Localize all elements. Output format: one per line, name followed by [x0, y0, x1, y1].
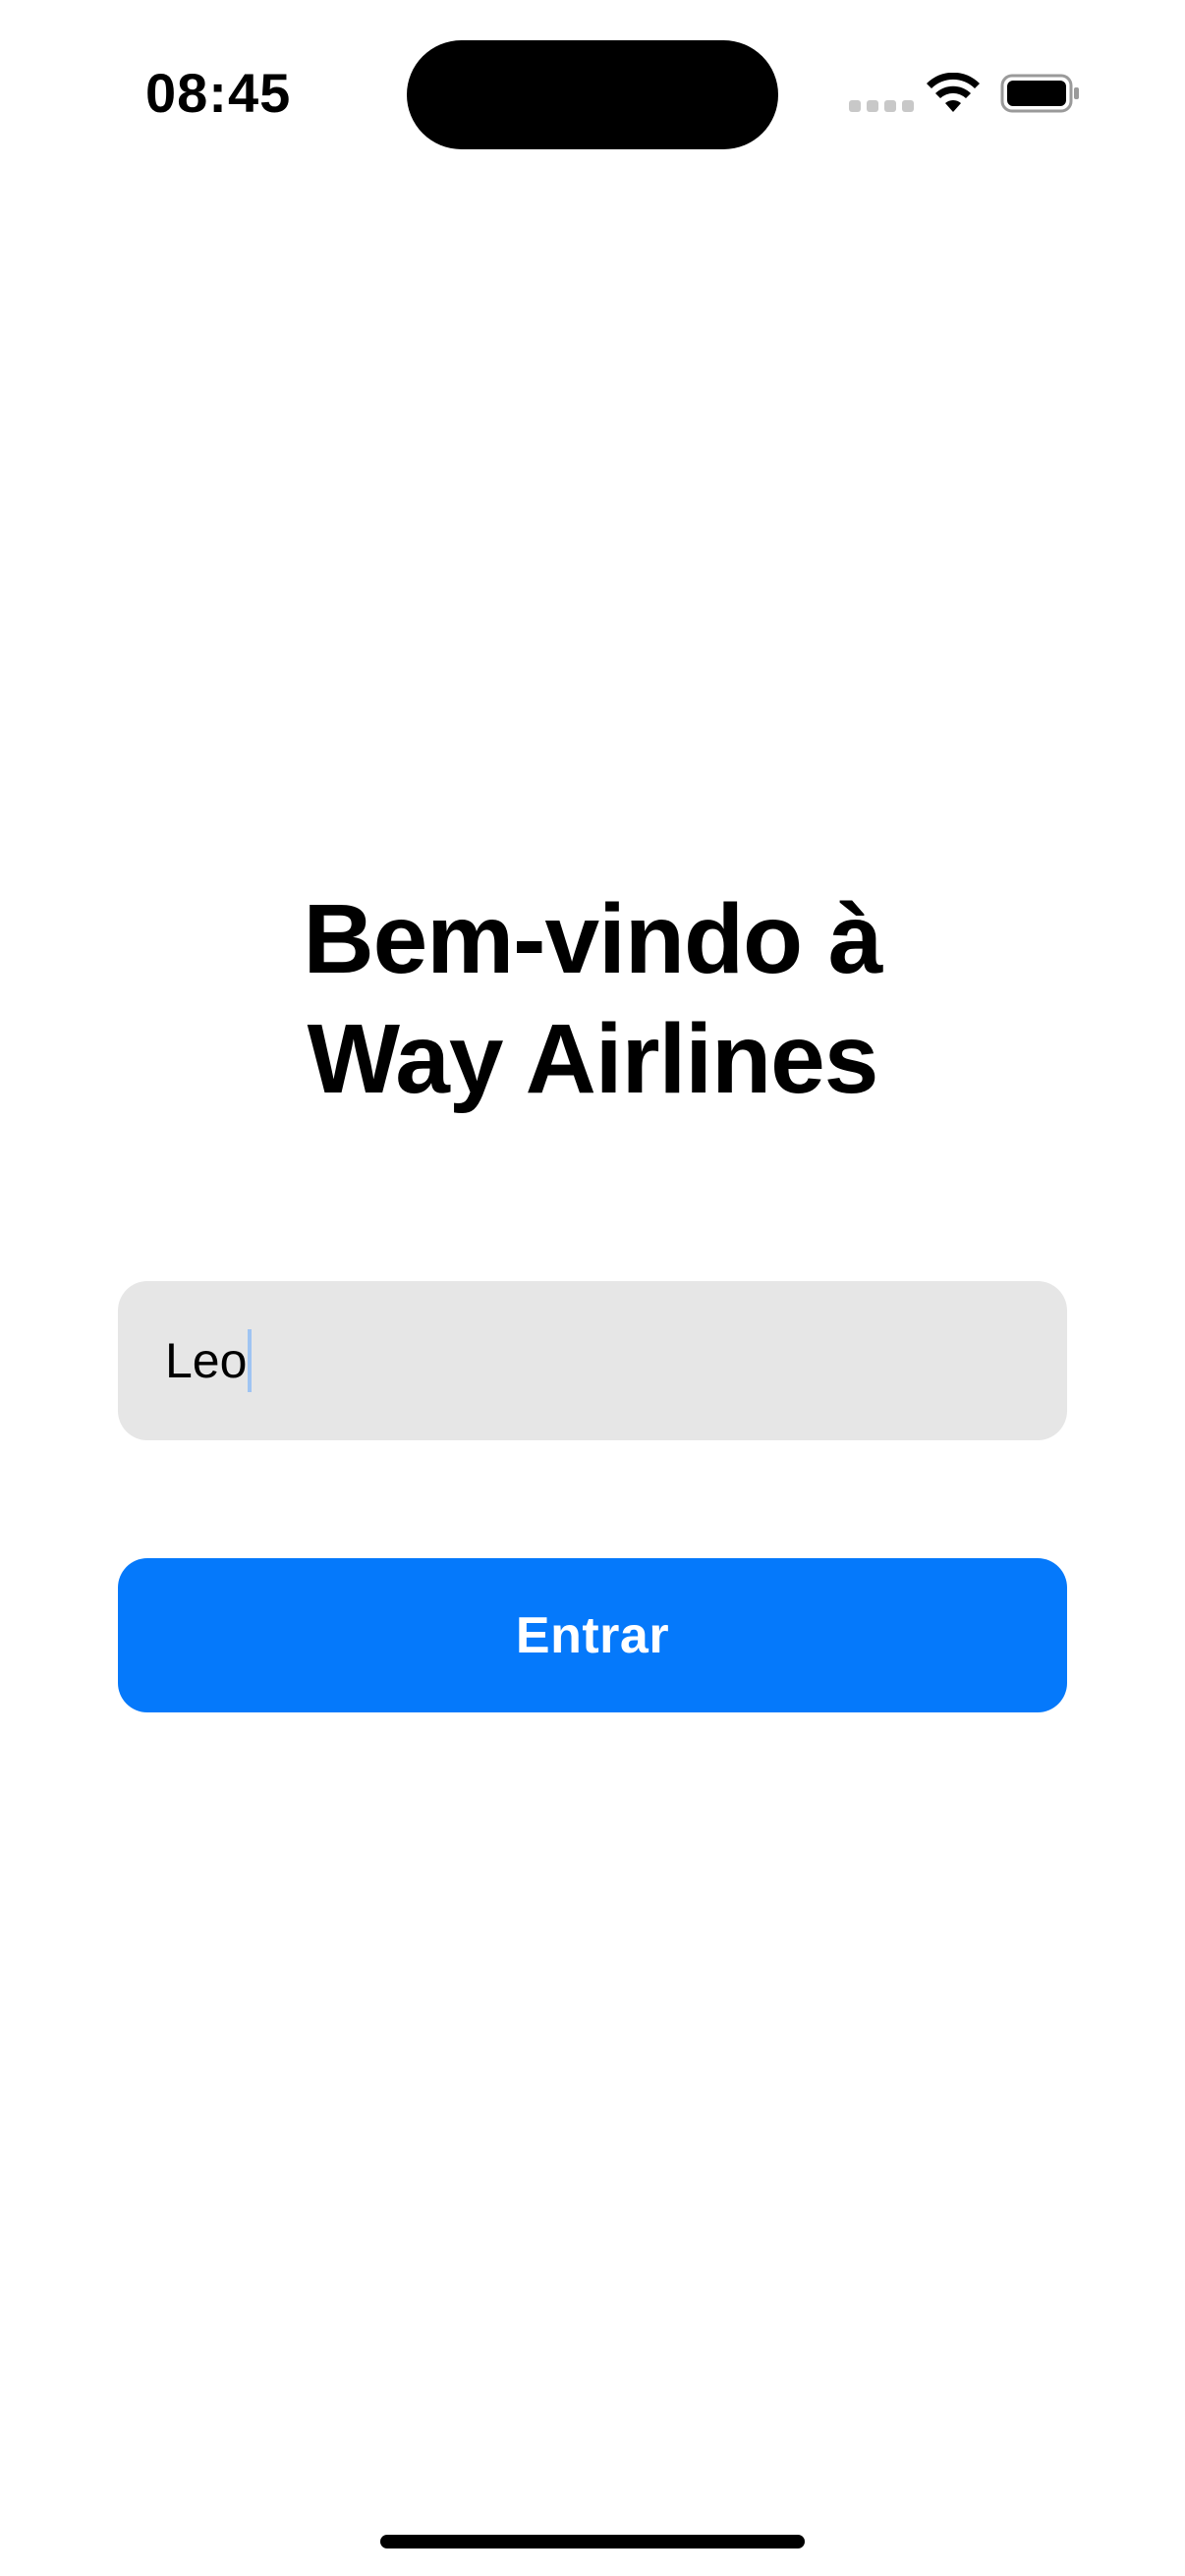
home-indicator[interactable]: [380, 2535, 805, 2548]
battery-icon: [1000, 74, 1079, 113]
login-screen: 08:45 Bem-vindo à Way Airlines Leo Entra…: [0, 0, 1185, 2576]
enter-button-label: Entrar: [515, 1606, 670, 1664]
name-input[interactable]: Leo: [118, 1281, 1067, 1440]
cellular-signal-icon: [849, 100, 914, 112]
text-caret: [248, 1329, 253, 1392]
wifi-icon: [927, 73, 980, 112]
status-time: 08:45: [145, 62, 292, 124]
welcome-title-line-1: Bem-vindo à: [303, 884, 882, 994]
dynamic-island: [407, 40, 778, 149]
welcome-title-line-2: Way Airlines: [307, 1004, 879, 1114]
name-input-value: Leo: [165, 1333, 248, 1388]
enter-button[interactable]: Entrar: [118, 1558, 1067, 1712]
welcome-title: Bem-vindo à Way Airlines: [0, 879, 1185, 1119]
